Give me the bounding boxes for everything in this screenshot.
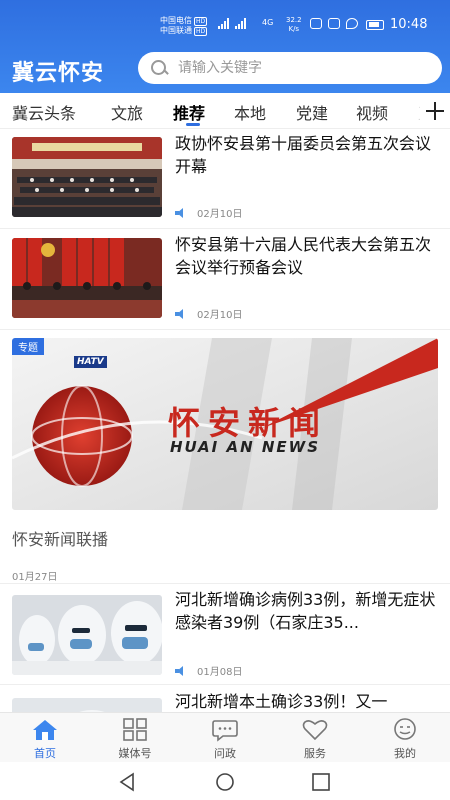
nav-profile[interactable]: 我的 (360, 713, 450, 763)
news-title: 政协怀安县第十届委员会第五次会议开幕 (175, 134, 432, 176)
speed-unit: K/s (288, 25, 300, 33)
news-meta: 02月10日 (175, 306, 242, 321)
tab-recommended[interactable]: 推荐 (173, 100, 205, 124)
news-meta: 01月08日 (175, 663, 242, 678)
bottom-navigation: 首页 媒体号 问政 服务 我的 (0, 712, 450, 762)
news-item[interactable]: 河北新增确诊病例33例，新增无症状感染者39例（石家庄35... 01月08日 (0, 585, 450, 685)
signal-icon (218, 18, 246, 29)
back-icon[interactable] (118, 772, 138, 792)
nav-label: 服务 (304, 747, 326, 760)
news-thumbnail (12, 137, 162, 217)
tab-headline[interactable]: 冀云头条 (12, 100, 76, 124)
feature-banner: 专题 HATV 怀安新闻 HUAI AN NEWS (12, 338, 438, 510)
tab-local[interactable]: 本地 (234, 100, 266, 124)
feature-date: 01月27日 (12, 572, 58, 583)
nav-service[interactable]: 服务 (270, 713, 360, 763)
grid-icon (123, 718, 147, 741)
news-date: 02月10日 (197, 209, 243, 220)
search-bar[interactable] (138, 52, 442, 84)
active-tab-indicator (186, 123, 200, 126)
heart-icon (302, 720, 328, 741)
nav-label: 首页 (34, 747, 56, 760)
app-title: 冀云怀安 (12, 61, 105, 86)
carrier-2: 中国联通 (160, 26, 192, 35)
header: 中国电信 HD 中国联通 HD 4G 32.2 K/s 10:48 冀云怀安 (0, 0, 450, 93)
tab-party[interactable]: 党建 (296, 100, 328, 124)
news-thumbnail (12, 698, 162, 712)
app-screen: 中国电信 HD 中国联通 HD 4G 32.2 K/s 10:48 冀云怀安 请… (0, 0, 450, 800)
nav-inquiry[interactable]: 问政 (180, 713, 270, 763)
news-thumbnail (12, 238, 162, 318)
add-channel-button[interactable] (420, 93, 450, 128)
news-title: 河北新增本土确诊33例！又一 (175, 692, 388, 711)
plus-icon (426, 102, 444, 120)
recents-icon[interactable] (311, 772, 331, 792)
hatv-logo: HATV (74, 356, 107, 368)
category-tabs: 冀云头条 文旅 推荐 本地 党建 视频 直 (0, 93, 450, 129)
audio-icon[interactable] (175, 665, 187, 676)
speed-value: 32.2 (286, 16, 302, 24)
nav-label: 我的 (394, 747, 416, 760)
tab-culture-travel[interactable]: 文旅 (111, 100, 143, 124)
carrier-info: 中国电信 HD 中国联通 HD (160, 16, 208, 36)
app-icon (328, 18, 340, 29)
home-circle-icon[interactable] (215, 772, 235, 792)
system-navigation-bar (0, 762, 450, 800)
nav-label: 问政 (214, 747, 236, 760)
tab-video[interactable]: 视频 (356, 100, 388, 124)
news-item[interactable]: 河北新增本土确诊33例！又一 (0, 686, 450, 712)
banner-title-en: HUAI AN NEWS (170, 438, 321, 456)
feature-item[interactable]: 专题 HATV 怀安新闻 HUAI AN NEWS 怀安新闻联播 01月27日 (0, 334, 450, 584)
nav-media[interactable]: 媒体号 (90, 713, 180, 763)
search-input[interactable] (178, 60, 418, 76)
news-date: 01月08日 (197, 667, 243, 678)
news-meta: 02月10日 (175, 205, 242, 220)
audio-icon[interactable] (175, 207, 187, 218)
feature-title: 怀安新闻联播 (12, 530, 109, 549)
news-item[interactable]: 怀安县第十六届人民代表大会第五次会议举行预备会议 02月10日 (0, 230, 450, 330)
clock: 10:48 (390, 17, 428, 32)
topic-badge: 专题 (12, 338, 44, 355)
news-date: 02月10日 (197, 310, 243, 321)
notification-icon (310, 18, 322, 29)
home-icon (33, 720, 57, 740)
carrier-1: 中国电信 (160, 16, 192, 25)
news-thumbnail (12, 595, 162, 675)
nav-home[interactable]: 首页 (0, 713, 90, 763)
network-speed: 32.2 K/s (286, 16, 302, 34)
hd-badge: HD (194, 26, 208, 36)
news-title: 河北新增确诊病例33例，新增无症状感染者39例（石家庄35... (175, 590, 436, 632)
profile-icon (394, 718, 416, 740)
location-icon (346, 18, 358, 29)
news-item[interactable]: 政协怀安县第十届委员会第五次会议开幕 02月10日 (0, 129, 450, 229)
hd-badge: HD (194, 16, 208, 26)
nav-label: 媒体号 (118, 747, 152, 760)
news-feed: 政协怀安县第十届委员会第五次会议开幕 02月10日 怀安县第十六届人民代表大会第… (0, 129, 450, 712)
search-icon (150, 59, 168, 77)
chat-icon (212, 720, 238, 742)
status-bar: 中国电信 HD 中国联通 HD 4G 32.2 K/s 10:48 (0, 12, 450, 42)
news-title: 怀安县第十六届人民代表大会第五次会议举行预备会议 (175, 235, 432, 277)
status-icons (310, 18, 358, 29)
battery-icon (366, 20, 384, 30)
audio-icon[interactable] (175, 308, 187, 319)
network-type: 4G (262, 18, 274, 27)
